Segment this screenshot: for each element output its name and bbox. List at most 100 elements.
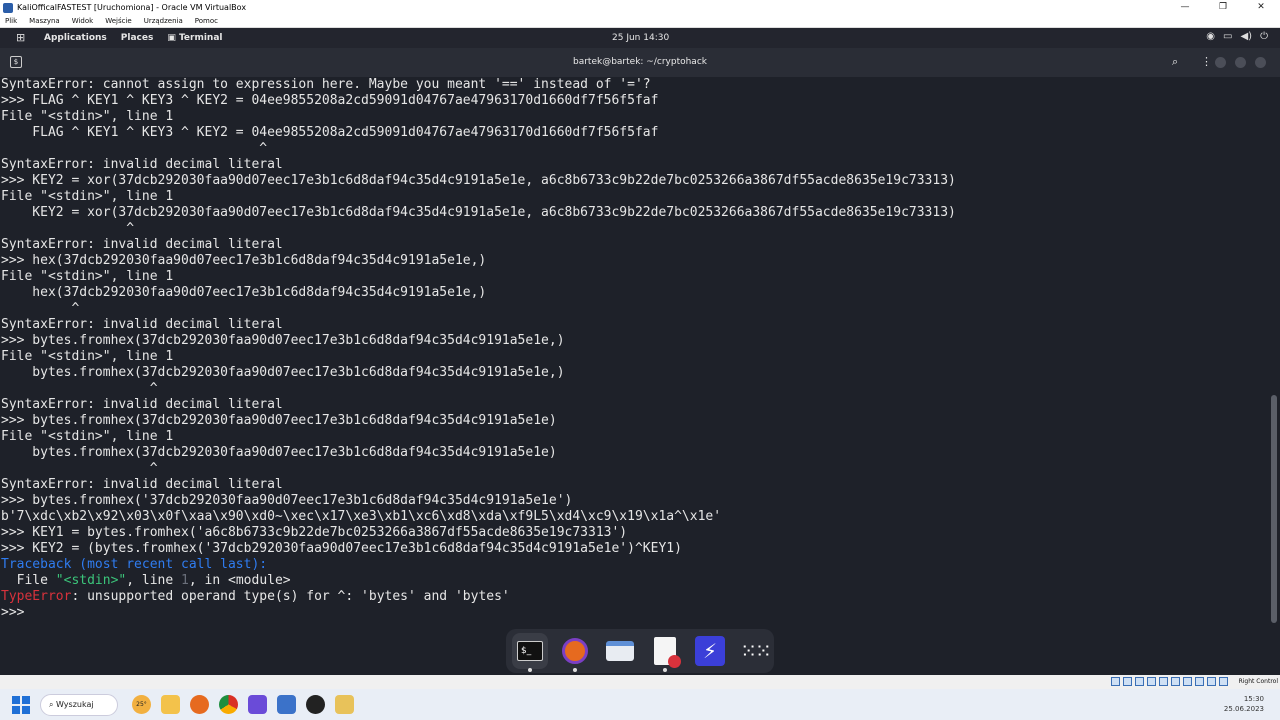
firefox-icon[interactable] (557, 633, 593, 672)
host-key-label: Right Control (1238, 678, 1278, 685)
maximize-dot-button[interactable] (1235, 57, 1246, 68)
terminal-line: SyntaxError: invalid decimal literal (1, 157, 283, 172)
display-icon[interactable]: ▭ (1223, 31, 1232, 42)
maximize-button[interactable]: ❐ (1204, 0, 1242, 15)
dock-area: $_ ⚡ ⁙⁙ (0, 625, 1280, 675)
menu-widok[interactable]: Widok (72, 17, 94, 25)
terminal-line: ^ (1, 141, 268, 156)
terminal-line: File "<stdin>", line 1 (1, 269, 174, 284)
panel-clock[interactable]: 25 Jun 14:30 (612, 33, 669, 43)
terminal-line: SyntaxError: invalid decimal literal (1, 237, 283, 252)
terminal-line: >>> bytes.fromhex(37dcb292030faa90d07eec… (1, 333, 565, 348)
prompt-line[interactable]: >>> (1, 605, 1268, 621)
virtualbox-logo-icon (3, 2, 13, 13)
terminal-line: File "<stdin>", line 1 (1, 349, 174, 364)
traceback-module: , in <module> (188, 573, 291, 588)
terminal-line: SyntaxError: cannot assign to expression… (1, 77, 651, 92)
notepad-taskbar-icon[interactable] (335, 695, 354, 714)
optical-icon[interactable] (1123, 677, 1132, 686)
taskbar-date: 25.06.2023 (1223, 705, 1264, 713)
file-explorer-icon[interactable] (161, 695, 180, 714)
menu-kebab-icon[interactable]: ⋮ (1201, 55, 1212, 68)
terminal-line: >>> KEY2 = (bytes.fromhex('37dcb292030fa… (1, 541, 682, 556)
minimize-dot-button[interactable] (1215, 57, 1226, 68)
audio-icon[interactable] (1135, 677, 1144, 686)
power-icon[interactable]: ⏻ (1260, 31, 1268, 42)
terminal-line: >>> hex(37dcb292030faa90d07eec17e3b1c6d8… (1, 253, 487, 268)
applications-menu[interactable]: Applications (44, 33, 107, 43)
terminal-taskbutton[interactable]: ▣ Terminal (167, 33, 222, 43)
terminal-output[interactable]: SyntaxError: cannot assign to expression… (0, 77, 1268, 625)
volume-icon[interactable]: ◀) (1240, 31, 1252, 42)
taskbar-search[interactable]: ⌕ Wyszukaj (40, 693, 118, 716)
search-label: Wyszukaj (56, 700, 94, 709)
app-grid-icon[interactable]: ⁙⁙ (737, 633, 773, 669)
terminal-line: ^ (1, 221, 135, 236)
windows-start-icon[interactable] (12, 695, 30, 714)
terminal-icon[interactable]: $_ (512, 633, 548, 672)
terminal-line: bytes.fromhex(37dcb292030faa90d07eec17e3… (1, 445, 557, 460)
terminal-line: ^ (1, 461, 158, 476)
media-icon[interactable] (248, 695, 267, 714)
traceback-file-line: File "<stdin>", line 1, in <module> (1, 573, 1268, 589)
weather-icon[interactable]: 25° (132, 695, 151, 714)
window-title: KaliOfficalFASTEST [Uruchomiona] - Oracl… (17, 3, 247, 12)
top-panel: ⊞ Applications Places ▣ Terminal 25 Jun … (0, 28, 1280, 48)
close-button[interactable]: ✕ (1242, 0, 1280, 15)
recording-icon[interactable] (1195, 677, 1204, 686)
activities-grid-icon[interactable]: ⊞ (16, 32, 32, 44)
terminal-taskbutton-label: Terminal (178, 33, 223, 43)
network-status-icon[interactable] (1147, 677, 1156, 686)
menu-urzadzenia[interactable]: Urządzenia (144, 17, 183, 25)
minimize-button[interactable]: — (1166, 0, 1204, 15)
close-dot-button[interactable] (1255, 57, 1266, 68)
firefox-taskbar-icon[interactable] (190, 695, 209, 714)
menu-wejscie[interactable]: Wejście (105, 17, 132, 25)
windows-taskbar: ⌕ Wyszukaj 25° 15:30 25.06.2023 (0, 689, 1280, 720)
menu-maszyna[interactable]: Maszyna (29, 17, 60, 25)
app-taskbar-icon[interactable] (306, 695, 325, 714)
error-type: TypeError (1, 589, 72, 604)
hdd-icon[interactable] (1111, 677, 1120, 686)
traceback-line-number: 1 (181, 573, 189, 588)
terminal-line: >>> FLAG ^ KEY1 ^ KEY3 ^ KEY2 = 04ee9855… (1, 93, 659, 108)
usb-icon[interactable] (1159, 677, 1168, 686)
error-message: : unsupported operand type(s) for ^: 'by… (71, 589, 510, 604)
shared-folder-icon[interactable] (1171, 677, 1180, 686)
scrollbar-thumb[interactable] (1271, 395, 1277, 623)
traceback-filename: "<stdin>" (55, 573, 127, 588)
traceback-header: Traceback (most recent call last): (1, 557, 268, 572)
text-editor-icon[interactable] (647, 633, 683, 672)
menu-plik[interactable]: Plik (5, 17, 17, 25)
terminal-line: bytes.fromhex(37dcb292030faa90d07eec17e3… (1, 365, 565, 380)
terminal-line: SyntaxError: invalid decimal literal (1, 397, 283, 412)
traceback-line-prefix: , line (126, 573, 182, 588)
network-icon[interactable]: ◉ (1206, 31, 1215, 42)
places-menu[interactable]: Places (121, 33, 154, 43)
terminal-line: ^ (1, 381, 158, 396)
virtualbox-titlebar: KaliOfficalFASTEST [Uruchomiona] - Oracl… (0, 0, 1280, 15)
terminal-line: File "<stdin>", line 1 (1, 189, 174, 204)
files-icon[interactable] (602, 633, 638, 669)
terminal-title: bartek@bartek: ~/cryptohack (573, 57, 707, 67)
terminal-line: >>> KEY2 = xor(37dcb292030faa90d07eec17e… (1, 173, 956, 188)
mouse-integration-icon[interactable] (1207, 677, 1216, 686)
search-icon[interactable]: ⌕ (1172, 55, 1178, 69)
terminal-line: >>> bytes.fromhex('37dcb292030faa90d07ee… (1, 493, 573, 508)
terminal-line: SyntaxError: invalid decimal literal (1, 317, 283, 332)
virtualbox-taskbar-icon[interactable] (277, 695, 296, 714)
virtualbox-menubar: Plik Maszyna Widok Wejście Urządzenia Po… (0, 15, 1280, 28)
burp-icon[interactable]: ⚡ (692, 633, 728, 669)
keyboard-icon[interactable] (1219, 677, 1228, 686)
taskbar-clock[interactable]: 15:30 25.06.2023 (1224, 694, 1264, 714)
terminal-line: File "<stdin>", line 1 (1, 109, 174, 124)
menu-pomoc[interactable]: Pomoc (195, 17, 218, 25)
chrome-icon[interactable] (219, 695, 238, 714)
terminal-line: >>> bytes.fromhex(37dcb292030faa90d07eec… (1, 413, 557, 428)
error-line: TypeError: unsupported operand type(s) f… (1, 589, 1268, 605)
display-status-icon[interactable] (1183, 677, 1192, 686)
terminal-scrollbar[interactable] (1268, 77, 1280, 625)
traceback-file-prefix: File (1, 573, 56, 588)
terminal-line: SyntaxError: invalid decimal literal (1, 477, 283, 492)
terminal-line: KEY2 = xor(37dcb292030faa90d07eec17e3b1c… (1, 205, 956, 220)
